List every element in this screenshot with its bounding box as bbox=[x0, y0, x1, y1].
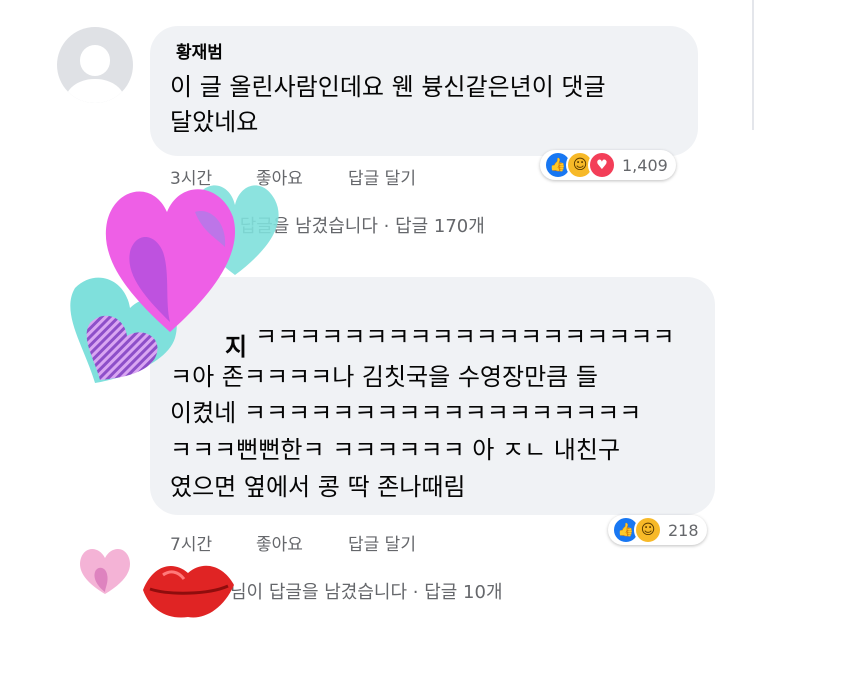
reaction-count: 1,409 bbox=[622, 155, 668, 175]
heart-sticker-pink bbox=[105, 189, 236, 332]
reply-button[interactable]: 답글 달기 bbox=[348, 530, 416, 555]
comment-text-line: 이켰네 ㅋㅋㅋㅋㅋㅋㅋㅋㅋㅋㅋㅋㅋㅋㅋㅋㅋㅋ bbox=[170, 399, 642, 427]
lips-sticker bbox=[143, 565, 234, 618]
timestamp[interactable]: 7시간 bbox=[170, 530, 212, 555]
comment-text-line: ㅋㅋㅋ뻔뻔한ㅋ ㅋㅋㅋㅋㅋㅋ 아 ㅈㄴ 내친구 bbox=[170, 436, 621, 464]
reply-button[interactable]: 답글 달기 bbox=[348, 164, 416, 189]
laughing-face-icon: ☺ bbox=[634, 516, 662, 544]
replies-count: 답글 10개 bbox=[424, 582, 503, 603]
comment-text-line: ㅋㅋㅋㅋㅋㅋㅋㅋㅋㅋㅋㅋㅋㅋㅋㅋㅋㅋㅋ bbox=[255, 323, 675, 351]
reaction-summary[interactable]: 👍 ☺ 218 bbox=[608, 515, 707, 545]
like-button[interactable]: 좋아요 bbox=[256, 530, 303, 555]
replies-text: 님이 답글을 남겼습니다 bbox=[230, 582, 408, 603]
avatar-head bbox=[79, 45, 111, 76]
avatar-body bbox=[65, 78, 125, 103]
avatar[interactable] bbox=[57, 27, 133, 103]
comment-text-line: 였으면 옆에서 콩 딱 존나때림 bbox=[170, 473, 466, 501]
replies-count: 답글 170개 bbox=[395, 216, 485, 237]
comment-text-line: 달았네요 bbox=[170, 108, 259, 136]
comment-text-line: 이 글 올린사람인데요 웬 븅신같은년이 댓글 bbox=[170, 73, 606, 101]
comment-text-line: ㅋ아 존ㅋㅋㅋㅋ나 김칫국을 수영장만큼 들 bbox=[170, 363, 598, 391]
heart-sticker-small bbox=[80, 549, 130, 594]
feed-column-divider bbox=[752, 0, 754, 130]
reaction-count: 218 bbox=[668, 520, 699, 540]
heart-icon: ♥ bbox=[588, 151, 616, 179]
view-replies-link[interactable]: 님이 답글을 남겼습니다 · 답글 10개 bbox=[230, 578, 503, 604]
reaction-summary[interactable]: 👍 ☺ ♥ 1,409 bbox=[540, 150, 676, 180]
comment-author[interactable]: 황재범 bbox=[176, 38, 223, 63]
